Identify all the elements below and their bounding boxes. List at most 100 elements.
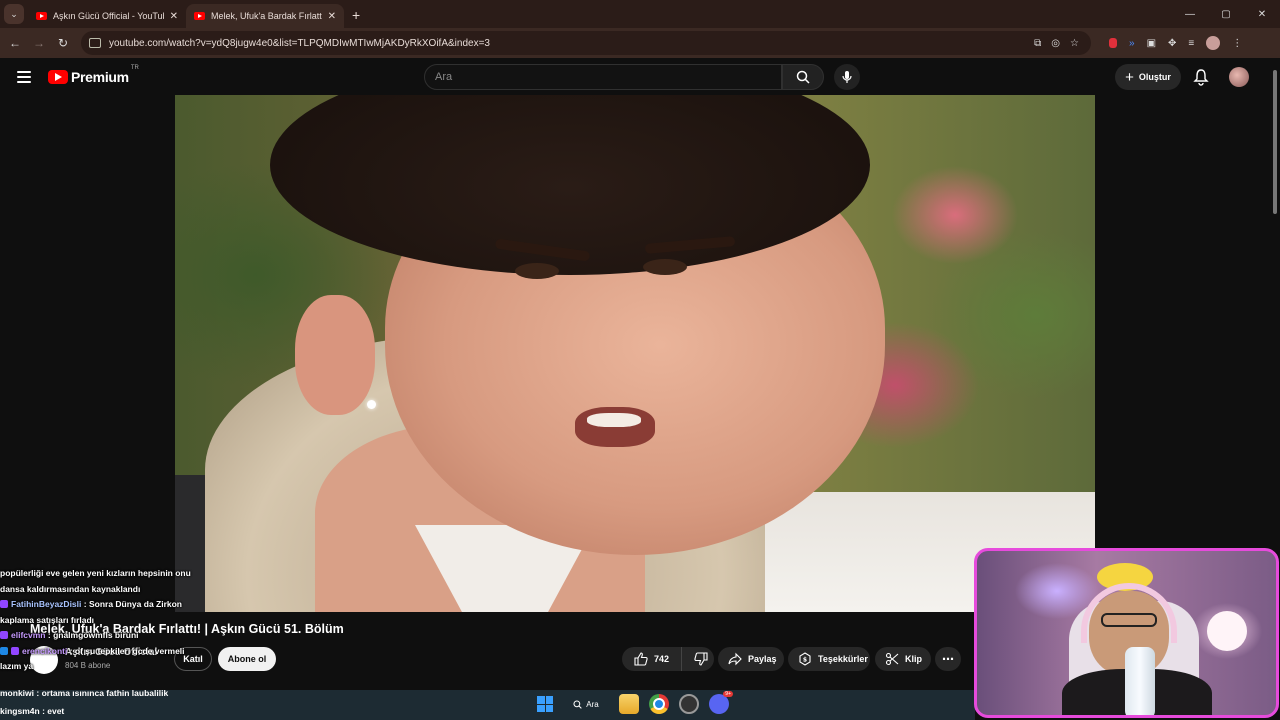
menu-hamburger-icon[interactable] xyxy=(17,70,31,83)
search-icon xyxy=(796,70,810,84)
share-button[interactable]: Paylaş xyxy=(718,647,784,671)
chat-username: monkiwi xyxy=(0,688,35,698)
search-button[interactable] xyxy=(782,64,824,90)
forward-arrow-icon[interactable]: → xyxy=(27,36,51,50)
site-info-icon[interactable] xyxy=(89,38,101,48)
clip-button[interactable]: Klip xyxy=(875,647,931,671)
cast-icon[interactable]: ⧉ xyxy=(1034,38,1041,49)
browser-profile-avatar[interactable] xyxy=(1206,36,1221,50)
chat-line: lazım ya xyxy=(0,661,34,671)
video-mouth xyxy=(575,407,655,447)
chat-badge-icon xyxy=(0,631,8,639)
chat-line: dansa kaldırmasından kaynaklandı xyxy=(0,583,141,594)
scissors-icon xyxy=(885,652,899,666)
chat-username: FatihinBeyazDisli xyxy=(11,599,82,609)
like-count: 742 xyxy=(653,654,670,664)
chat-message: : ortama ısınınca fathin laubalilik xyxy=(36,688,169,698)
thanks-button[interactable]: $ Teşekkürler xyxy=(788,647,870,671)
discord-icon[interactable]: 9+ xyxy=(709,691,733,714)
browser-menu-icon[interactable]: ⋮ xyxy=(1232,38,1242,49)
maximize-button[interactable]: ▢ xyxy=(1208,0,1244,28)
plus-icon: + xyxy=(1125,68,1134,86)
thumbs-down-icon xyxy=(694,652,708,666)
country-code: TR xyxy=(130,64,139,71)
super-thanks-icon: $ xyxy=(799,652,811,666)
browser-toolbar: ← → ↻ youtube.com/watch?v=ydQ8jugw4e0&li… xyxy=(0,28,1280,58)
browser-tab-strip: ⌄ Aşkın Gücü Official - YouTube ✕ Melek,… xyxy=(0,0,1280,28)
tab-title: Aşkın Gücü Official - YouTube xyxy=(53,11,164,21)
chat-badge-icon xyxy=(0,600,8,608)
microphone-icon xyxy=(842,71,852,83)
voice-search-button[interactable] xyxy=(834,64,860,90)
chat-message: : gnalmgöwmfls biruni xyxy=(47,630,139,640)
new-tab-button[interactable]: + xyxy=(352,7,360,23)
obs-icon[interactable] xyxy=(679,694,699,714)
create-button[interactable]: + Oluştur xyxy=(1115,64,1181,90)
more-actions-button[interactable]: ⋯ xyxy=(935,647,961,671)
video-player[interactable] xyxy=(175,95,1095,612)
taskbar-search[interactable]: Ara xyxy=(563,694,609,714)
youtube-play-icon xyxy=(48,69,68,84)
youtube-premium-logo[interactable]: Premium TR xyxy=(48,65,139,85)
chat-badge-icon xyxy=(0,646,8,655)
dislike-button[interactable] xyxy=(688,652,714,666)
share-label: Paylaş xyxy=(748,654,777,664)
youtube-favicon-icon xyxy=(36,12,47,20)
browser-tab-1[interactable]: Aşkın Gücü Official - YouTube ✕ xyxy=(28,4,186,28)
minimize-button[interactable]: — xyxy=(1172,0,1208,28)
chrome-icon[interactable] xyxy=(649,694,669,714)
window-controls: — ▢ ✕ xyxy=(1172,0,1280,28)
like-dislike-group: 742 xyxy=(622,647,714,671)
webcam-plush xyxy=(1207,611,1247,651)
file-explorer-icon[interactable] xyxy=(619,694,639,714)
clip-label: Klip xyxy=(905,654,922,664)
reload-icon[interactable]: ↻ xyxy=(51,36,75,50)
chat-line: FatihinBeyazDisli : Sonra Dünya da Zirko… xyxy=(0,597,230,613)
thanks-label: Teşekkürler xyxy=(818,654,868,664)
video-ear xyxy=(295,295,375,415)
like-button[interactable]: 742 xyxy=(622,647,682,671)
taskbar-apps: Ara 9+ xyxy=(537,691,733,714)
eye-off-icon[interactable]: ◎ xyxy=(1051,38,1060,49)
close-window-button[interactable]: ✕ xyxy=(1244,0,1280,28)
back-arrow-icon[interactable]: ← xyxy=(3,36,27,50)
url-text[interactable]: youtube.com/watch?v=ydQ8jugw4e0&list=TLP… xyxy=(109,38,1034,49)
audio-extension-icon[interactable]: » xyxy=(1129,38,1135,49)
stream-chat-overlay: popülerliği eve gelen yeni kızların heps… xyxy=(0,566,230,675)
tab-search-button[interactable]: ⌄ xyxy=(4,4,24,24)
chat-badge-icon xyxy=(11,646,19,655)
notifications-bell-icon[interactable] xyxy=(1192,68,1210,86)
chat-line: elifcvmn : gnalmgöwmfls biruni xyxy=(0,628,230,644)
chat-username: erencikonti xyxy=(22,645,68,656)
record-extension-icon[interactable] xyxy=(1109,38,1117,48)
bookmark-star-icon[interactable]: ☆ xyxy=(1070,38,1079,49)
youtube-favicon-icon xyxy=(194,12,205,20)
video-left-eye xyxy=(515,263,559,279)
browser-tab-2-active[interactable]: Melek, Ufuk'a Bardak Fırlattı! | A ✕ xyxy=(186,4,344,28)
tab-close-icon[interactable]: ✕ xyxy=(170,11,178,22)
chat-line: erencikonti : of şu tepkileri gcde verme… xyxy=(0,644,230,660)
chat-username: elifcvmn xyxy=(11,630,46,640)
youtube-header: Premium TR Ara + Oluştur xyxy=(0,58,1280,95)
svg-text:$: $ xyxy=(803,657,807,664)
video-right-eye xyxy=(643,259,687,275)
account-avatar[interactable] xyxy=(1229,67,1249,87)
windows-start-icon[interactable] xyxy=(537,696,553,712)
chat-message: : Sonra Dünya da Zirkon xyxy=(83,599,183,609)
thumbs-up-icon xyxy=(634,652,648,666)
page-scrollbar[interactable] xyxy=(1273,70,1277,214)
tab-close-icon[interactable]: ✕ xyxy=(328,11,336,22)
video-earring xyxy=(367,400,376,409)
chat-line: kingsm4n : evet xyxy=(0,702,300,720)
search-icon xyxy=(573,699,582,709)
taskbar-search-label: Ara xyxy=(586,699,599,709)
reading-list-icon[interactable]: ≡ xyxy=(1188,38,1194,49)
extension-icon[interactable]: ▣ xyxy=(1147,38,1156,49)
address-bar[interactable]: youtube.com/watch?v=ydQ8jugw4e0&list=TLP… xyxy=(81,31,1091,55)
extensions-puzzle-icon[interactable]: ✥ xyxy=(1168,38,1176,49)
chat-message: : of şu tepkileri gcde vermeli xyxy=(69,645,185,656)
search-input[interactable]: Ara xyxy=(424,64,782,90)
stream-chat-lower: monkiwi : ortama ısınınca fathin laubali… xyxy=(0,684,300,720)
webcam-water-bottle xyxy=(1125,647,1155,715)
chat-line: monkiwi : ortama ısınınca fathin laubali… xyxy=(0,684,300,702)
